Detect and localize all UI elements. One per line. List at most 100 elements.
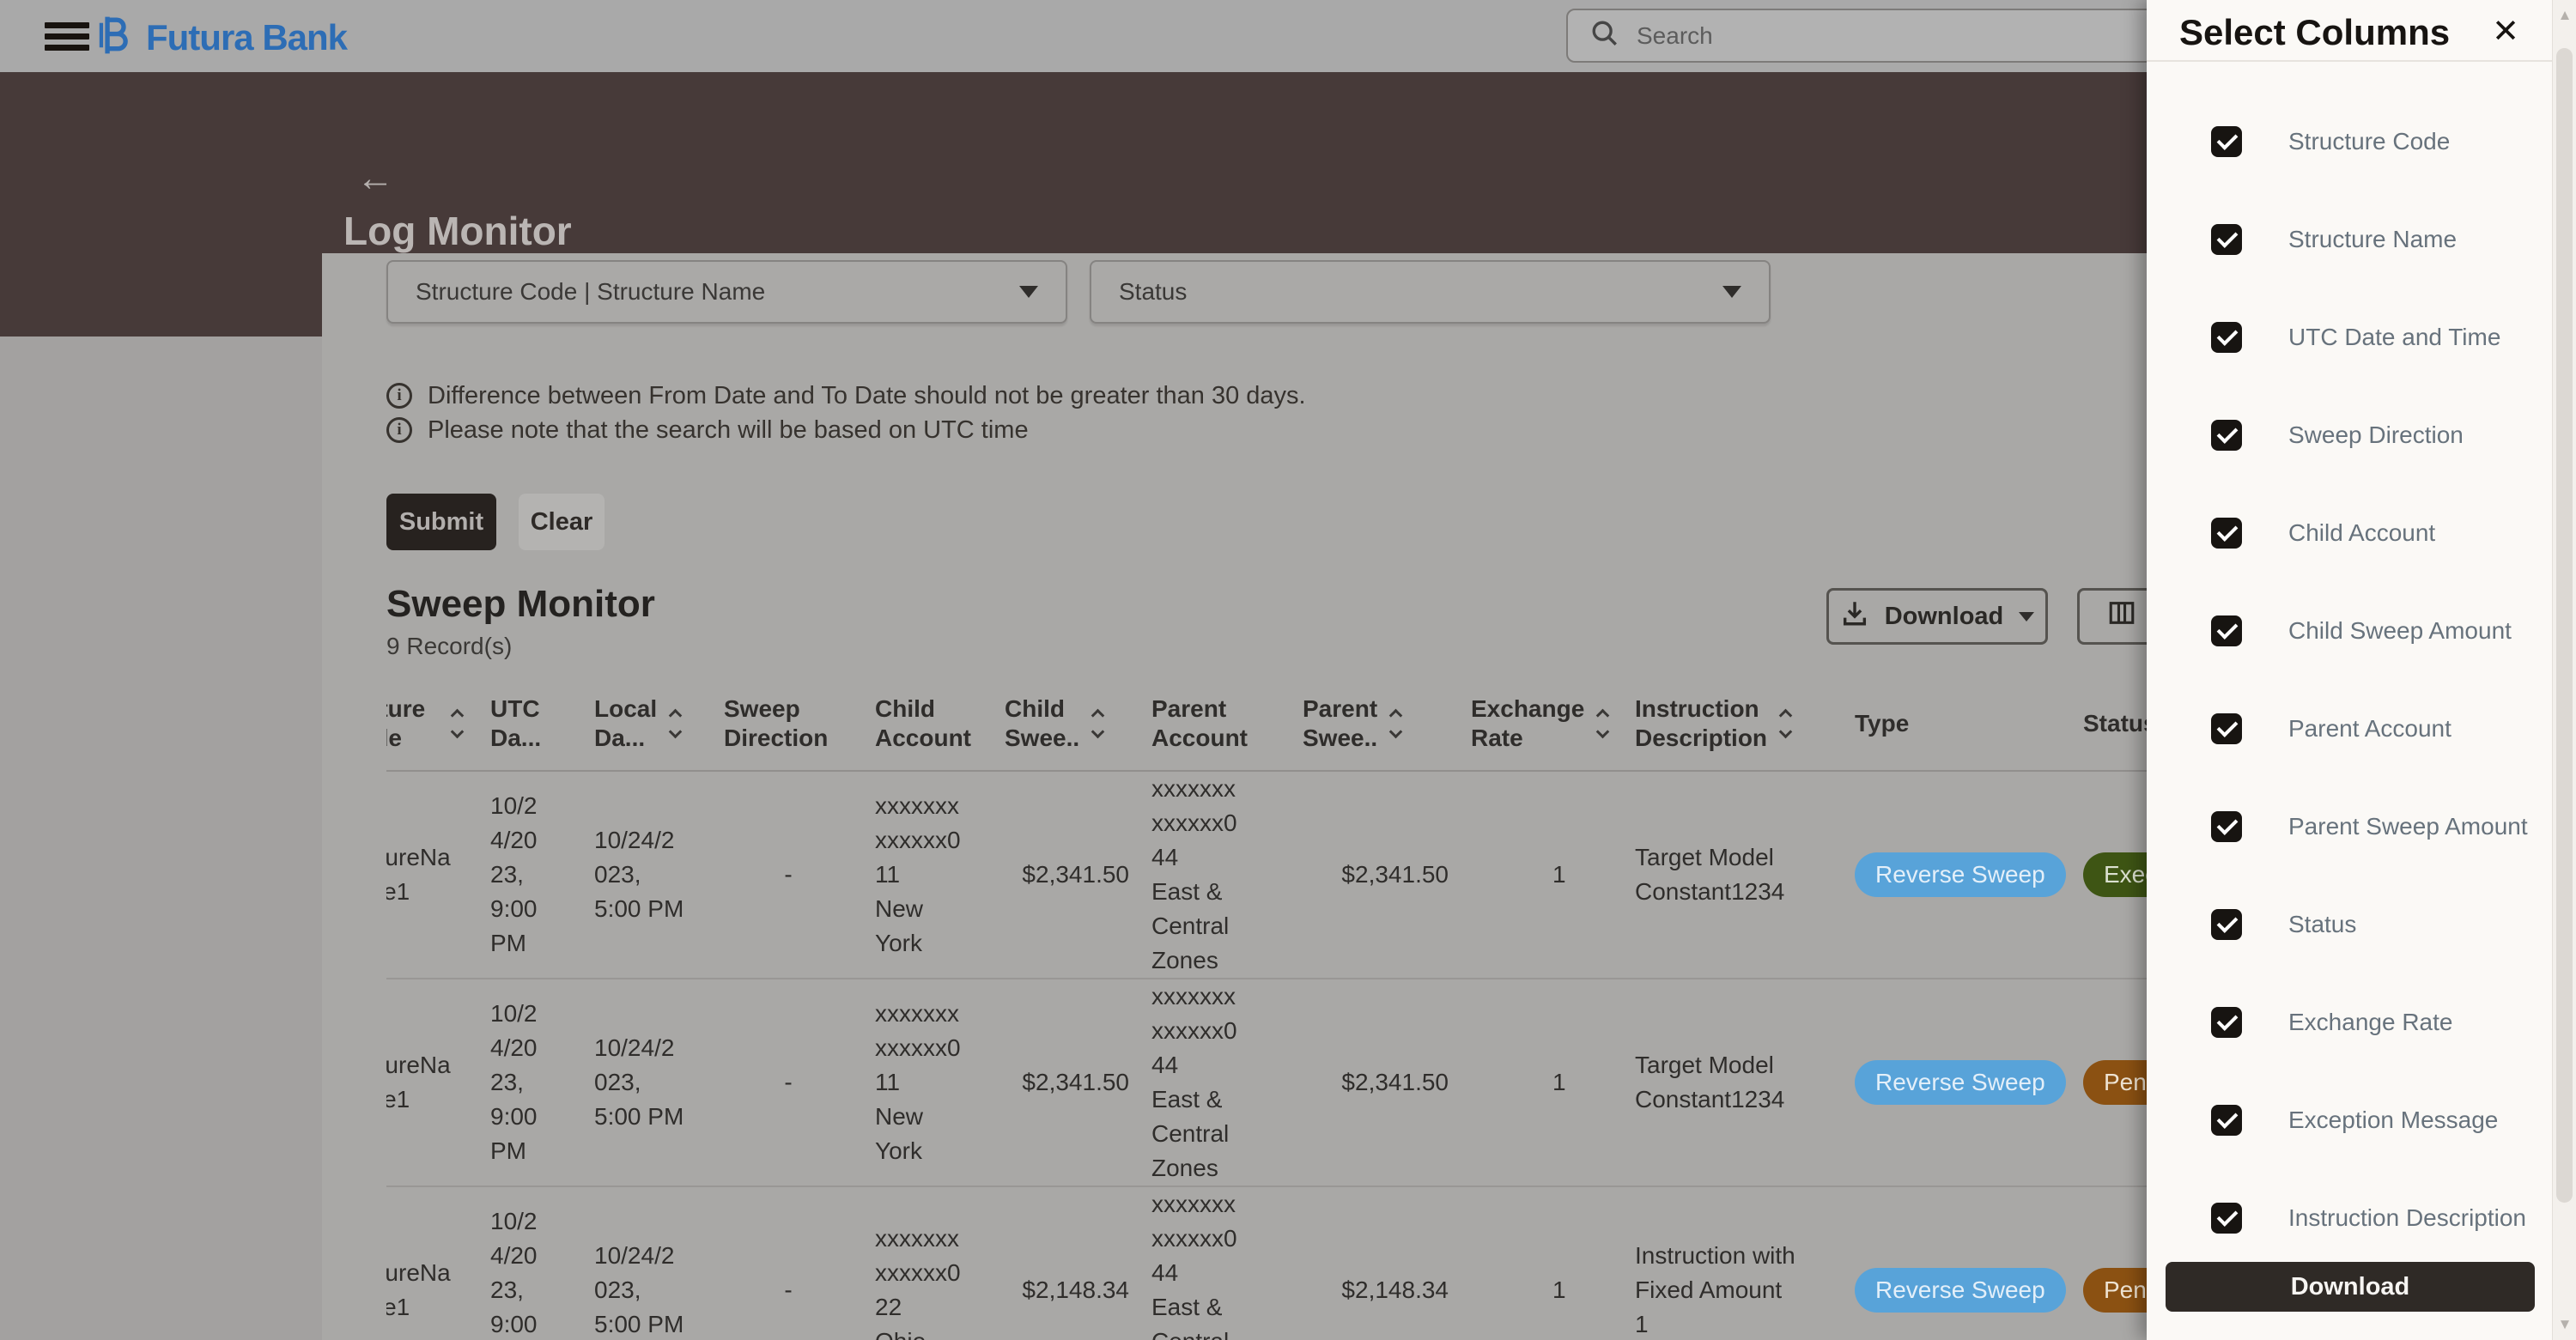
type-badge: Reverse Sweep (1855, 852, 2066, 897)
structure-dropdown-label: Structure Code | Structure Name (416, 278, 765, 306)
search-icon (1590, 19, 1619, 52)
checkbox-item-structure-code[interactable]: Structure Code (2211, 120, 2528, 163)
brand-logo[interactable]: Futura Bank (96, 14, 347, 61)
cell-parent-sweep-amount: $2,148.34 (1303, 1273, 1449, 1307)
cell-utc-date: 10/2 4/20 23, 9:00 PM (490, 789, 572, 961)
hamburger-menu-icon[interactable] (45, 22, 89, 52)
checkbox-item-sweep-direction[interactable]: Sweep Direction (2211, 414, 2528, 457)
column-header-parent-sweep[interactable]: Parent Swee.. (1303, 694, 1449, 753)
column-header-child-account[interactable]: Child Account (875, 694, 982, 753)
cell-parent-account: xxxxxxx xxxxxx0 44 East & Central Zones (1151, 1187, 1280, 1340)
column-header-exchange-rate[interactable]: Exchange Rate (1471, 694, 1613, 753)
cell-exchange-rate: 1 (1471, 858, 1613, 892)
checkbox-checked-icon[interactable] (2211, 909, 2242, 940)
cell-type: Reverse Sweep (1855, 852, 2061, 897)
checkbox-label: Exception Message (2288, 1107, 2498, 1134)
cell-child-sweep-amount: $2,341.50 (1005, 858, 1129, 892)
close-icon[interactable]: ✕ (2492, 15, 2519, 48)
page-title: Log Monitor (343, 208, 572, 254)
column-header-instruction-description[interactable]: Instruction Description (1635, 694, 1832, 753)
cell-structure: StructureNa me1 (386, 1048, 468, 1117)
checkbox-checked-icon[interactable] (2211, 224, 2242, 255)
cell-exchange-rate: 1 (1471, 1065, 1613, 1100)
panel-download-button[interactable]: Download (2166, 1262, 2535, 1312)
column-header-child-sweep[interactable]: Child Swee.. (1005, 694, 1129, 753)
checkbox-label: Sweep Direction (2288, 421, 2464, 449)
panel-divider (2147, 60, 2552, 62)
info-icon: i (386, 417, 412, 443)
select-columns-panel: Select Columns ✕ Structure Code Structur… (2147, 0, 2576, 1340)
checkbox-checked-icon[interactable] (2211, 420, 2242, 451)
checkbox-item-utc-date-and-time[interactable]: UTC Date and Time (2211, 316, 2528, 359)
column-header-type[interactable]: Type (1855, 709, 2061, 738)
info-icon: i (386, 383, 412, 409)
checkbox-item-instruction-description[interactable]: Instruction Description (2211, 1197, 2528, 1240)
status-dropdown-label: Status (1119, 278, 1187, 306)
checkbox-checked-icon[interactable] (2211, 126, 2242, 157)
structure-dropdown[interactable]: Structure Code | Structure Name (386, 260, 1067, 324)
type-badge: Reverse Sweep (1855, 1060, 2066, 1105)
checkbox-checked-icon[interactable] (2211, 713, 2242, 744)
cell-type: Reverse Sweep (1855, 1060, 2061, 1105)
checkbox-checked-icon[interactable] (2211, 518, 2242, 549)
cell-utc-date: 10/2 4/20 23, 9:00 PM (490, 1204, 572, 1340)
checkbox-item-parent-account[interactable]: Parent Account (2211, 707, 2528, 750)
scrollbar-up-arrow-icon[interactable]: ▲ (2553, 7, 2576, 24)
cell-child-sweep-amount: $2,341.50 (1005, 1065, 1129, 1100)
checkbox-checked-icon[interactable] (2211, 1007, 2242, 1038)
checkbox-item-child-sweep-amount[interactable]: Child Sweep Amount (2211, 609, 2528, 652)
cell-utc-date: 10/2 4/20 23, 9:00 PM (490, 997, 572, 1168)
column-header-parent-account[interactable]: Parent Account (1151, 694, 1280, 753)
checkbox-checked-icon[interactable] (2211, 615, 2242, 646)
checkbox-checked-icon[interactable] (2211, 811, 2242, 842)
status-dropdown[interactable]: Status (1090, 260, 1771, 324)
search-input[interactable]: Search (1566, 9, 2181, 63)
checkbox-item-status[interactable]: Status (2211, 903, 2528, 946)
cell-child-account: xxxxxxx xxxxxx0 11 New York (875, 789, 982, 961)
checkbox-label: UTC Date and Time (2288, 324, 2500, 351)
column-header-local-date[interactable]: Local Da... (594, 694, 702, 753)
checkbox-item-exchange-rate[interactable]: Exchange Rate (2211, 1001, 2528, 1044)
checkbox-item-child-account[interactable]: Child Account (2211, 512, 2528, 555)
cell-instruction-description: Target Model Constant1234 (1635, 1048, 1832, 1117)
checkbox-item-structure-name[interactable]: Structure Name (2211, 218, 2528, 261)
search-placeholder: Search (1637, 22, 1713, 50)
chevron-down-icon (1722, 286, 1741, 298)
back-arrow-icon[interactable]: ← (356, 160, 394, 197)
column-header-structure-code[interactable]: Structure Code (386, 694, 468, 753)
sort-icon[interactable] (449, 706, 468, 741)
sort-icon[interactable] (1595, 706, 1613, 741)
checkbox-checked-icon[interactable] (2211, 1203, 2242, 1234)
checkbox-label: Exchange Rate (2288, 1009, 2452, 1036)
sort-icon[interactable] (667, 706, 686, 741)
sort-icon[interactable] (1090, 706, 1109, 741)
column-header-utc-date[interactable]: UTC Da... (490, 694, 572, 753)
chevron-down-icon (2019, 612, 2034, 621)
column-header-sweep-direction[interactable]: Sweep Direction (724, 694, 853, 753)
checkbox-checked-icon[interactable] (2211, 322, 2242, 353)
type-badge: Reverse Sweep (1855, 1268, 2066, 1313)
checkbox-label: Parent Account (2288, 715, 2451, 743)
cell-child-sweep-amount: $2,148.34 (1005, 1273, 1129, 1307)
cell-parent-account: xxxxxxx xxxxxx0 44 East & Central Zones (1151, 979, 1280, 1185)
cell-instruction-description: Instruction with Fixed Amount 1 (1635, 1239, 1832, 1340)
vertical-scrollbar[interactable]: ▲ ▼ (2552, 0, 2576, 1340)
sort-icon[interactable] (1777, 706, 1796, 741)
checkbox-item-parent-sweep-amount[interactable]: Parent Sweep Amount (2211, 805, 2528, 848)
scrollbar-thumb[interactable] (2556, 48, 2573, 1203)
cell-parent-sweep-amount: $2,341.50 (1303, 858, 1449, 892)
cell-sweep-direction: - (724, 858, 853, 892)
submit-button[interactable]: Submit (386, 494, 496, 550)
cell-instruction-description: Target Model Constant1234 (1635, 840, 1832, 909)
checkbox-item-exception-message[interactable]: Exception Message (2211, 1099, 2528, 1142)
checkbox-label: Structure Code (2288, 128, 2450, 155)
sort-icon[interactable] (1388, 706, 1406, 741)
scrollbar-down-arrow-icon[interactable]: ▼ (2553, 1316, 2576, 1333)
column-checkbox-list: Structure Code Structure Name UTC Date a… (2211, 120, 2528, 1295)
download-button[interactable]: Download (1826, 588, 2048, 645)
clear-button[interactable]: Clear (519, 494, 605, 550)
cell-exchange-rate: 1 (1471, 1273, 1613, 1307)
cell-child-account: xxxxxxx xxxxxx0 11 New York (875, 997, 982, 1168)
checkbox-checked-icon[interactable] (2211, 1105, 2242, 1136)
cell-structure: StructureNa me1 (386, 840, 468, 909)
